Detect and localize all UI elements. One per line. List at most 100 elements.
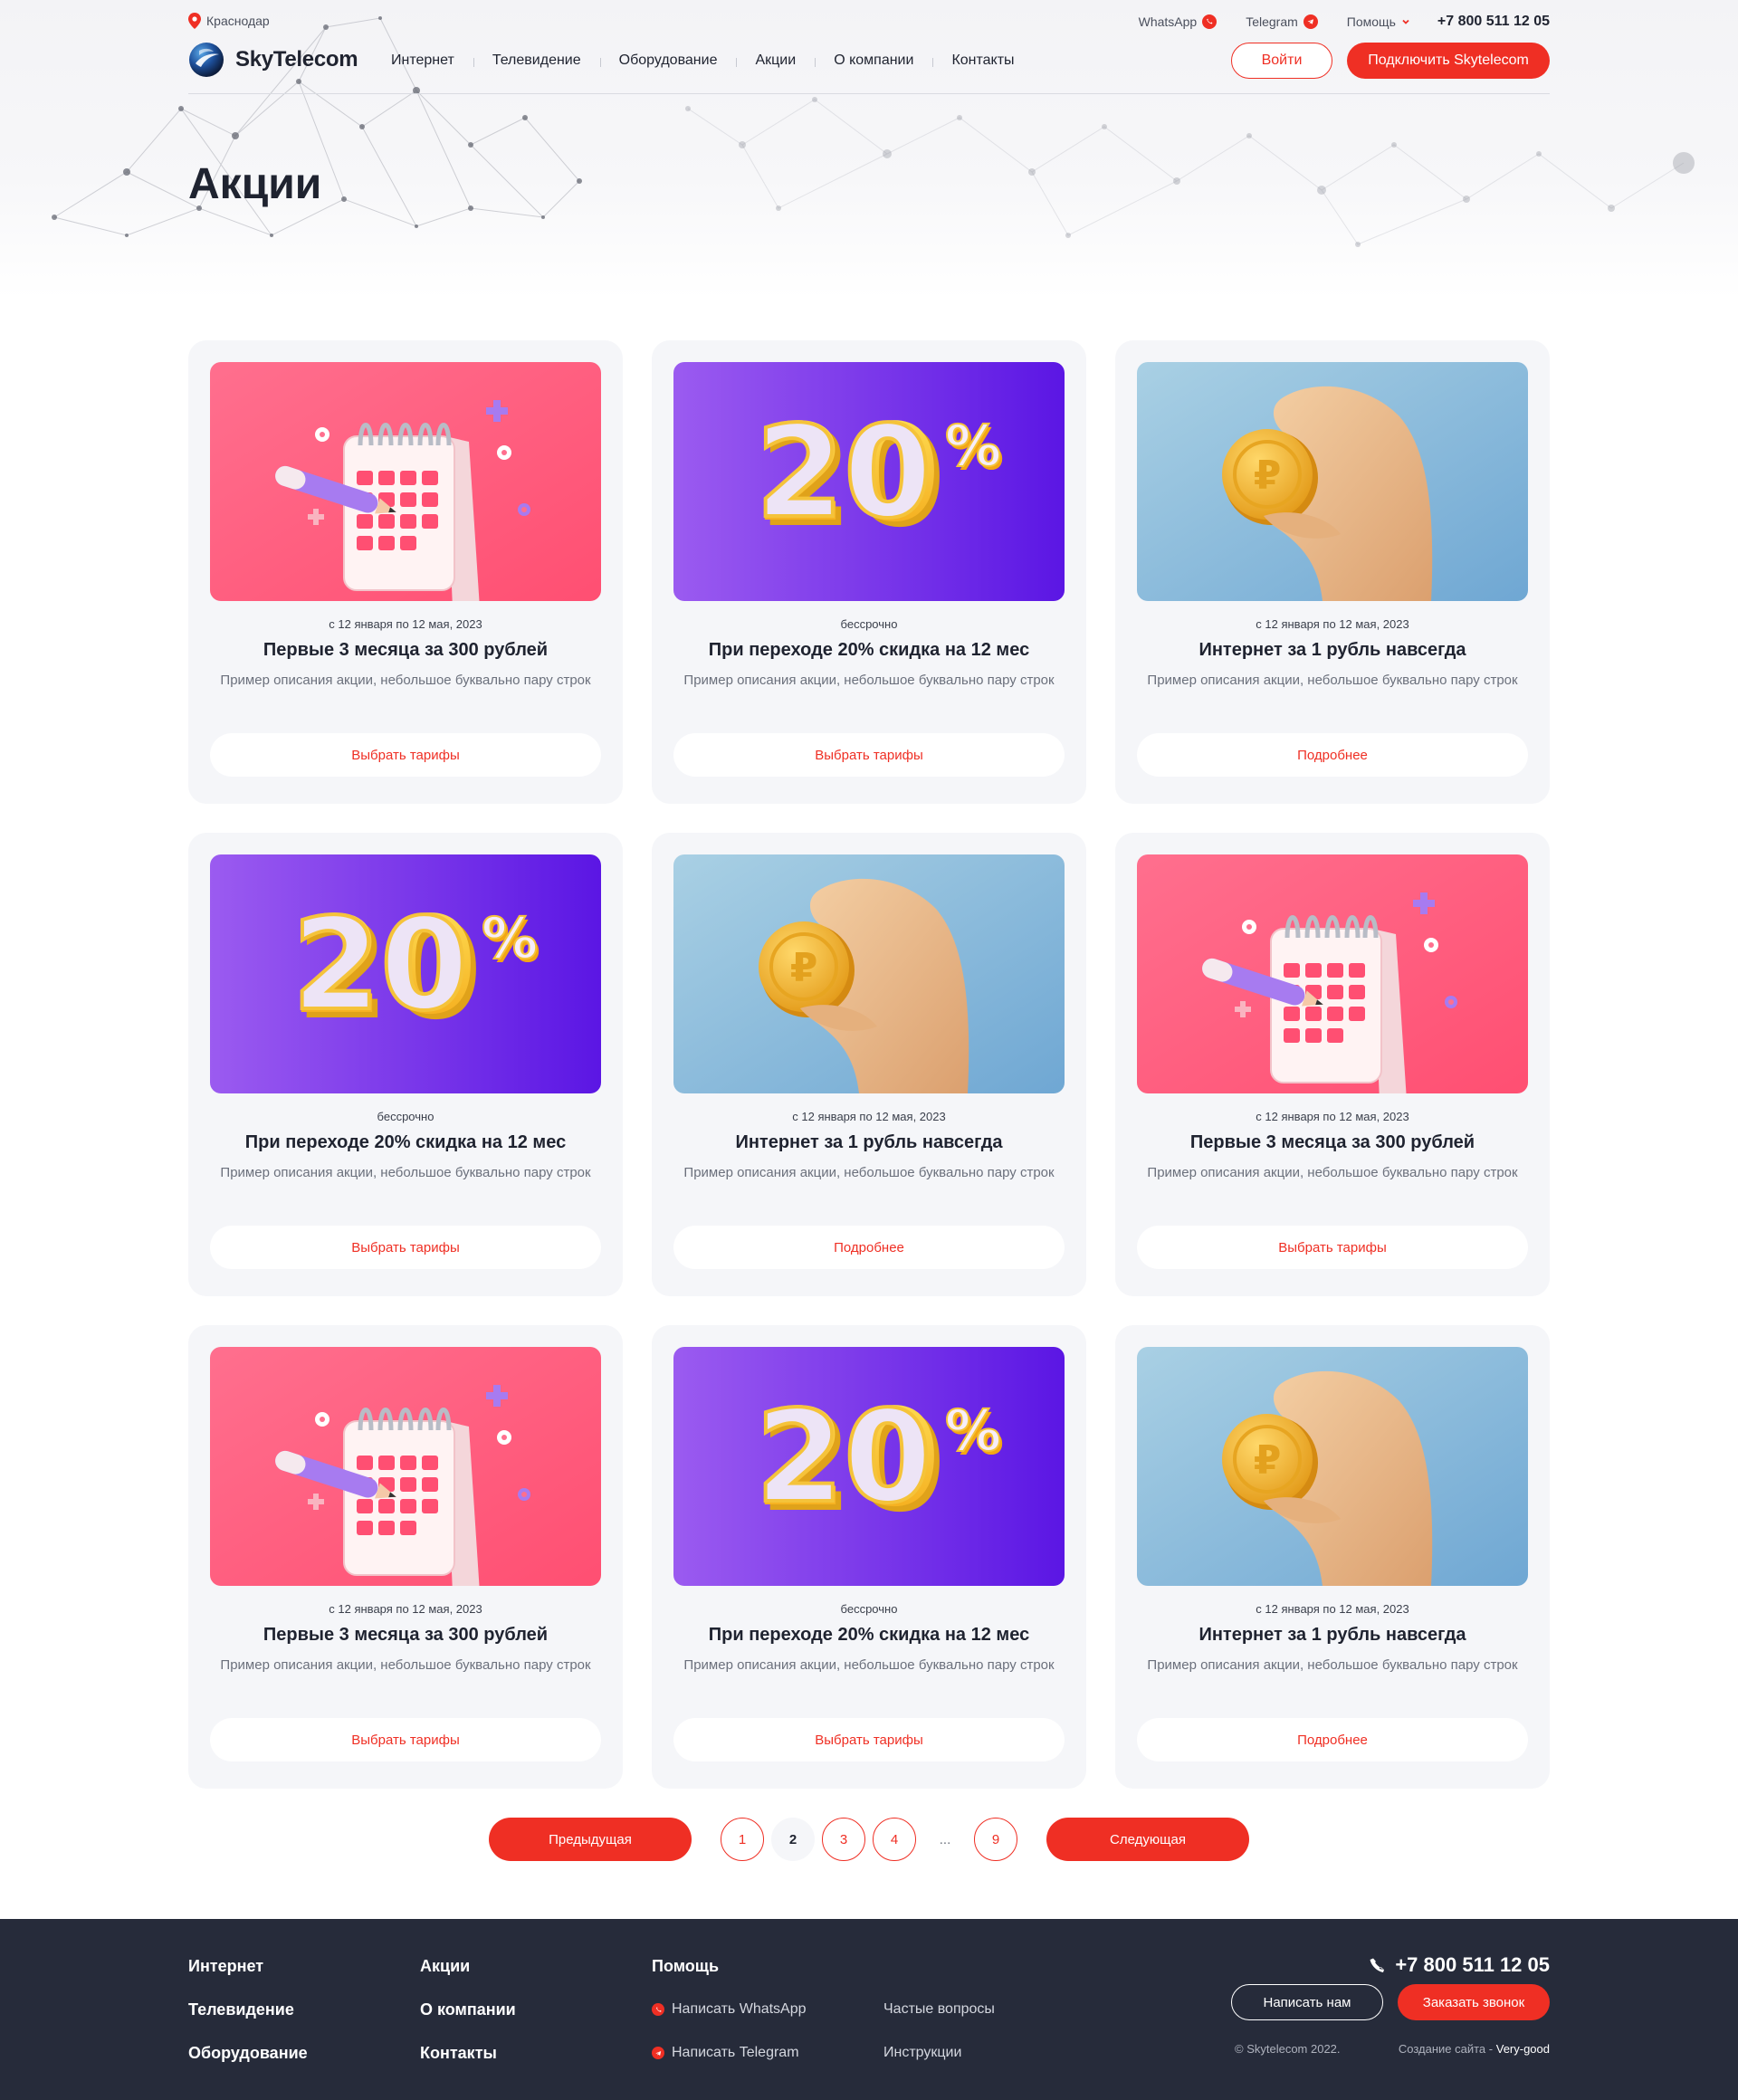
logo[interactable]: SkyTelecom [188, 42, 358, 78]
coin-hand-illustration: ₽ [673, 854, 1065, 1093]
menu-item-equipment[interactable]: Оборудование [599, 52, 737, 69]
footer-whatsapp-link[interactable]: Написать WhatsApp [652, 1999, 807, 2020]
promo-description: Пример описания акции, небольшое букваль… [220, 1657, 591, 1673]
menu-item-promos[interactable]: Акции [736, 52, 815, 69]
calendar-illustration [210, 1347, 601, 1586]
footer-link-contacts[interactable]: Контакты [420, 2042, 516, 2064]
promo-image: ₽ [1137, 362, 1528, 601]
menu-item-contacts[interactable]: Контакты [932, 52, 1033, 69]
footer-telegram-link[interactable]: Написать Telegram [652, 2042, 807, 2064]
help-dropdown[interactable]: Помощь [1347, 14, 1410, 29]
prev-page-button[interactable]: Предыдущая [489, 1818, 692, 1861]
page-9-button[interactable]: 9 [974, 1818, 1017, 1861]
promo-button[interactable]: Выбрать тарифы [210, 1226, 601, 1269]
promo-image: ₽ [1137, 1347, 1528, 1586]
write-us-button[interactable]: Написать нам [1231, 1984, 1383, 2020]
promo-card: ₽ с 12 января по 12 мая, 2023 Интернет за… [1115, 1325, 1550, 1789]
whatsapp-link[interactable]: WhatsApp [1139, 14, 1218, 29]
calendar-illustration [210, 362, 601, 601]
skytelecom-logo-icon [189, 43, 224, 77]
pagination-ellipsis: ... [939, 1831, 951, 1847]
promo-image [210, 362, 601, 601]
promo-date: бессрочно [840, 617, 898, 631]
promo-button[interactable]: Выбрать тарифы [673, 733, 1065, 777]
header-phone[interactable]: +7 800 511 12 05 [1437, 14, 1550, 30]
promo-title: При переходе 20% скидка на 12 мес [708, 1625, 1030, 1645]
login-button[interactable]: Войти [1231, 43, 1332, 79]
footer-faq-link[interactable]: Частые вопросы [883, 1999, 995, 2020]
order-call-button[interactable]: Заказать звонок [1398, 1984, 1550, 2020]
promo-button[interactable]: Выбрать тарифы [1137, 1226, 1528, 1269]
promo-button[interactable]: Выбрать тарифы [210, 1718, 601, 1761]
promo-card: с 12 января по 12 мая, 2023 Первые 3 меся… [188, 340, 623, 804]
promo-title: Первые 3 месяца за 300 рублей [263, 1625, 549, 1645]
footer-link-promos[interactable]: Акции [420, 1955, 516, 1977]
svg-text:₽: ₽ [1254, 453, 1282, 499]
page-4-button[interactable]: 4 [873, 1818, 916, 1861]
promo-description: Пример описания акции, небольшое букваль… [683, 1657, 1055, 1673]
promo-button[interactable]: Подробнее [673, 1226, 1065, 1269]
menu: Интернет Телевидение Оборудование Акции … [391, 52, 1034, 69]
copyright: © Skytelecom 2022. [1235, 2042, 1341, 2056]
svg-text:20: 20 [292, 892, 469, 1039]
promo-image [210, 1347, 601, 1586]
page-1-button[interactable]: 1 [721, 1818, 764, 1861]
menu-item-tv[interactable]: Телевидение [473, 52, 600, 69]
logo-text: SkyTelecom [235, 47, 358, 72]
promo-title: Первые 3 месяца за 300 рублей [263, 640, 549, 660]
promo-card: с 12 января по 12 мая, 2023 Первые 3 меся… [1115, 833, 1550, 1296]
promo-description: Пример описания акции, небольшое букваль… [683, 673, 1055, 688]
promo-button[interactable]: Подробнее [1137, 1718, 1528, 1761]
promo-description: Пример описания акции, небольшое букваль… [1147, 1657, 1518, 1673]
footer-link-equipment[interactable]: Оборудование [188, 2042, 308, 2064]
footer-link-about[interactable]: О компании [420, 1999, 516, 2020]
promo-card: 20 20 20 % % бессрочно При переходе 20% с… [188, 833, 623, 1296]
help-label: Помощь [1346, 14, 1396, 29]
footer-column-help: Помощь Написать WhatsApp Написать Telegr… [652, 1955, 807, 2086]
footer-help-title: Помощь [652, 1957, 720, 1975]
location-pin-icon [188, 13, 201, 29]
main-navigation: SkyTelecom Интернет Телевидение Оборудов… [188, 40, 1550, 94]
promo-title: Интернет за 1 рубль навсегда [1198, 1625, 1466, 1645]
promo-description: Пример описания акции, небольшое букваль… [1147, 1165, 1518, 1180]
promo-button[interactable]: Подробнее [1137, 733, 1528, 777]
promo-description: Пример описания акции, небольшое букваль… [220, 673, 591, 688]
promo-date: с 12 января по 12 мая, 2023 [1256, 617, 1409, 631]
promo-date: бессрочно [840, 1602, 898, 1616]
footer-link-tv[interactable]: Телевидение [188, 1999, 308, 2020]
top-bar: Краснодар WhatsApp Telegram Помощь +7 80… [188, 9, 1550, 36]
promo-button[interactable]: Выбрать тарифы [673, 1718, 1065, 1761]
calendar-illustration [1137, 854, 1528, 1093]
footer-instructions-link[interactable]: Инструкции [883, 2042, 995, 2064]
promo-card: с 12 января по 12 мая, 2023 Первые 3 меся… [188, 1325, 623, 1789]
page-2-button[interactable]: 2 [771, 1818, 815, 1861]
city-selector[interactable]: Краснодар [188, 13, 270, 29]
connect-button[interactable]: Подключить Skytelecom [1347, 43, 1550, 79]
footer-phone[interactable]: +7 800 511 12 05 [1370, 1953, 1550, 1977]
city-name: Краснодар [206, 14, 270, 28]
telegram-label: Telegram [1246, 14, 1298, 29]
menu-item-internet[interactable]: Интернет [391, 52, 473, 69]
svg-text:%: % [945, 413, 1001, 479]
promo-image [1137, 854, 1528, 1093]
promo-description: Пример описания акции, небольшое букваль… [220, 1165, 591, 1180]
footer-link-internet[interactable]: Интернет [188, 1955, 308, 1977]
next-page-button[interactable]: Следующая [1046, 1818, 1249, 1861]
footer-phone-number: +7 800 511 12 05 [1395, 1953, 1550, 1976]
promo-button[interactable]: Выбрать тарифы [210, 733, 601, 777]
svg-text:%: % [945, 1398, 1001, 1464]
promo-date: с 12 января по 12 мая, 2023 [1256, 1110, 1409, 1123]
page-3-button[interactable]: 3 [822, 1818, 865, 1861]
menu-item-about[interactable]: О компании [815, 52, 932, 69]
promo-card: ₽ с 12 января по 12 мая, 2023 Интернет за… [652, 833, 1086, 1296]
credit-link[interactable]: Very-good [1496, 2042, 1550, 2056]
pagination: Предыдущая 1 2 3 4 ... 9 Следующая [489, 1818, 1249, 1861]
promo-description: Пример описания акции, небольшое букваль… [683, 1165, 1055, 1180]
telegram-icon [1303, 14, 1318, 29]
page-title: Акции [188, 160, 322, 208]
promo-date: с 12 января по 12 мая, 2023 [329, 1602, 482, 1616]
promo-date: с 12 января по 12 мая, 2023 [1256, 1602, 1409, 1616]
promo-image: 20 20 20 % % [673, 1347, 1065, 1586]
telegram-link[interactable]: Telegram [1246, 14, 1318, 29]
phone-icon [1370, 1958, 1385, 1972]
